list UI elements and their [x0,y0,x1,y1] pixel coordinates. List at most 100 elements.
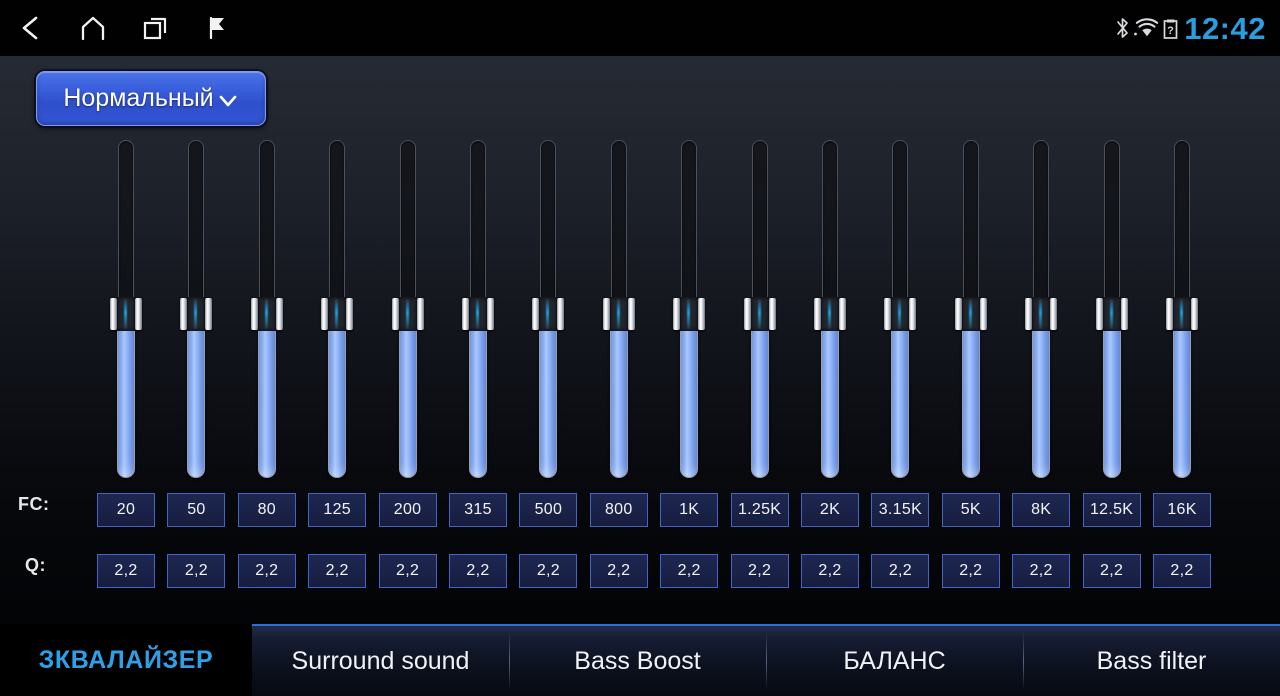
slider-thumb[interactable] [532,297,565,331]
slider-thumb[interactable] [321,297,354,331]
slider-thumb-grip-left [250,298,258,330]
q-cell[interactable]: 2,2 [449,554,507,588]
slider-thumb[interactable] [743,297,776,331]
tab-label: Surround sound [291,646,470,675]
slider-thumb-grip-right [205,298,213,330]
tab-equalizer[interactable]: ЗКВАЛАЙЗЕР [0,624,252,696]
q-cell[interactable]: 2,2 [1012,554,1071,588]
q-cell[interactable]: 2,2 [97,554,155,588]
fc-cell[interactable]: 20 [97,493,155,527]
slider-thumb-grip-left [532,298,540,330]
slider-thumb[interactable] [1095,297,1128,331]
clock: 12:42 [1184,10,1266,46]
tab-баланс[interactable]: БАЛАНС [766,626,1023,696]
q-cell[interactable]: 2,2 [660,554,719,588]
slider-thumb-grip-right [768,298,776,330]
slider-thumb[interactable] [1025,297,1058,331]
slider-thumb[interactable] [954,297,987,331]
navigation-button[interactable] [186,0,248,56]
fc-cell[interactable]: 5K [941,493,1000,527]
slider-thumb[interactable] [180,297,213,331]
slider-thumb[interactable] [391,297,424,331]
fc-cell[interactable]: 200 [378,493,437,527]
equalizer-screen: ? 12:42 Нормальный FC: Q: 20 2,2 50 2,2 80 2,… [0,0,1280,696]
slider-thumb-grip-right [979,298,987,330]
slider-fill [750,319,769,478]
q-cell[interactable]: 2,2 [589,554,648,588]
slider-thumb-grip-left [673,298,681,330]
tab-surround-sound[interactable]: Surround sound [252,626,509,696]
slider-thumb-grip-right [416,298,424,330]
fc-row-label: FC: [18,494,50,514]
recents-button[interactable] [124,0,186,56]
home-icon [81,16,105,41]
slider-thumb-grip-right [1050,298,1058,330]
tab-equalizer-label: ЗКВАЛАЙЗЕР [38,645,214,674]
slider-thumb-glow [968,299,972,329]
bottom-tab-bar: ЗКВАЛАЙЗЕР Surround sound Bass Boost БАЛАН… [0,624,1280,696]
slider-thumb[interactable] [462,297,494,331]
slider-thumb[interactable] [1166,297,1198,331]
system-icons: ? [1114,16,1184,40]
fc-cell[interactable]: 315 [449,493,507,527]
q-cell[interactable]: 2,2 [871,554,930,588]
q-cell[interactable]: 2,2 [941,554,1000,588]
q-cell[interactable]: 2,2 [801,554,859,588]
bluetooth-icon [1117,18,1129,38]
chevron-left-icon [22,16,38,40]
q-cell[interactable]: 2,2 [519,554,578,588]
q-cell[interactable]: 2,2 [167,554,226,588]
q-cell[interactable]: 2,2 [378,554,437,588]
slider-thumb-glow [898,299,902,329]
slider-thumb-glow [757,299,761,329]
fc-cell[interactable]: 8K [1012,493,1071,527]
slider-fill [328,319,347,478]
slider-thumb-glow [616,299,620,329]
slider-thumb[interactable] [602,297,635,331]
fc-cell[interactable]: 1K [660,493,719,527]
slider-thumb-glow [1180,299,1183,329]
fc-cell[interactable]: 50 [167,493,226,527]
fc-cell[interactable]: 1.25K [730,493,789,527]
fc-cell[interactable]: 125 [308,493,367,527]
back-button[interactable] [0,0,62,56]
slider-thumb[interactable] [814,297,846,331]
tab-bass-filter[interactable]: Bass filter [1023,626,1280,696]
tab-bass-boost[interactable]: Bass Boost [509,626,766,696]
slider-thumb-glow [1109,299,1113,329]
q-cell[interactable]: 2,2 [1082,554,1141,588]
slider-fill [469,319,487,478]
slider-thumb[interactable] [250,297,283,331]
fc-cell[interactable]: 800 [589,493,648,527]
band-sliders [0,56,1280,486]
svg-text:?: ? [1167,25,1174,37]
q-cell[interactable]: 2,2 [1153,554,1211,588]
slider-thumb-glow [405,299,409,329]
slider-thumb-grip-right [557,298,565,330]
fc-cell[interactable]: 3.15K [871,493,930,527]
slider-thumb-grip-left [743,298,751,330]
q-cell[interactable]: 2,2 [308,554,367,588]
slider-thumb-grip-right [909,298,917,330]
slider-thumb-grip-left [602,298,610,330]
slider-thumb[interactable] [884,297,917,331]
tab-group: Surround sound Bass Boost БАЛАНС Bass filte… [252,624,1280,696]
q-cell[interactable]: 2,2 [237,554,296,588]
fc-cell[interactable]: 2K [801,493,859,527]
slider-thumb-grip-left [814,298,821,330]
home-button[interactable] [62,0,124,56]
slider-thumb[interactable] [673,297,706,331]
slider-thumb-glow [264,299,268,329]
q-cell[interactable]: 2,2 [730,554,789,588]
fc-cell[interactable]: 80 [237,493,296,527]
equalizer-panel: Нормальный FC: Q: 20 2,2 50 2,2 80 2,2 125 2,2 2… [0,56,1280,624]
slider-thumb-grip-right [487,298,494,330]
slider-thumb-grip-left [110,298,117,330]
fc-cell[interactable]: 500 [519,493,578,527]
slider-fill [1173,319,1191,478]
slider-thumb-grip-right [135,298,142,330]
slider-thumb-grip-left [954,298,962,330]
fc-cell[interactable]: 12.5K [1082,493,1141,527]
fc-cell[interactable]: 16K [1153,493,1211,527]
slider-thumb[interactable] [110,297,142,331]
